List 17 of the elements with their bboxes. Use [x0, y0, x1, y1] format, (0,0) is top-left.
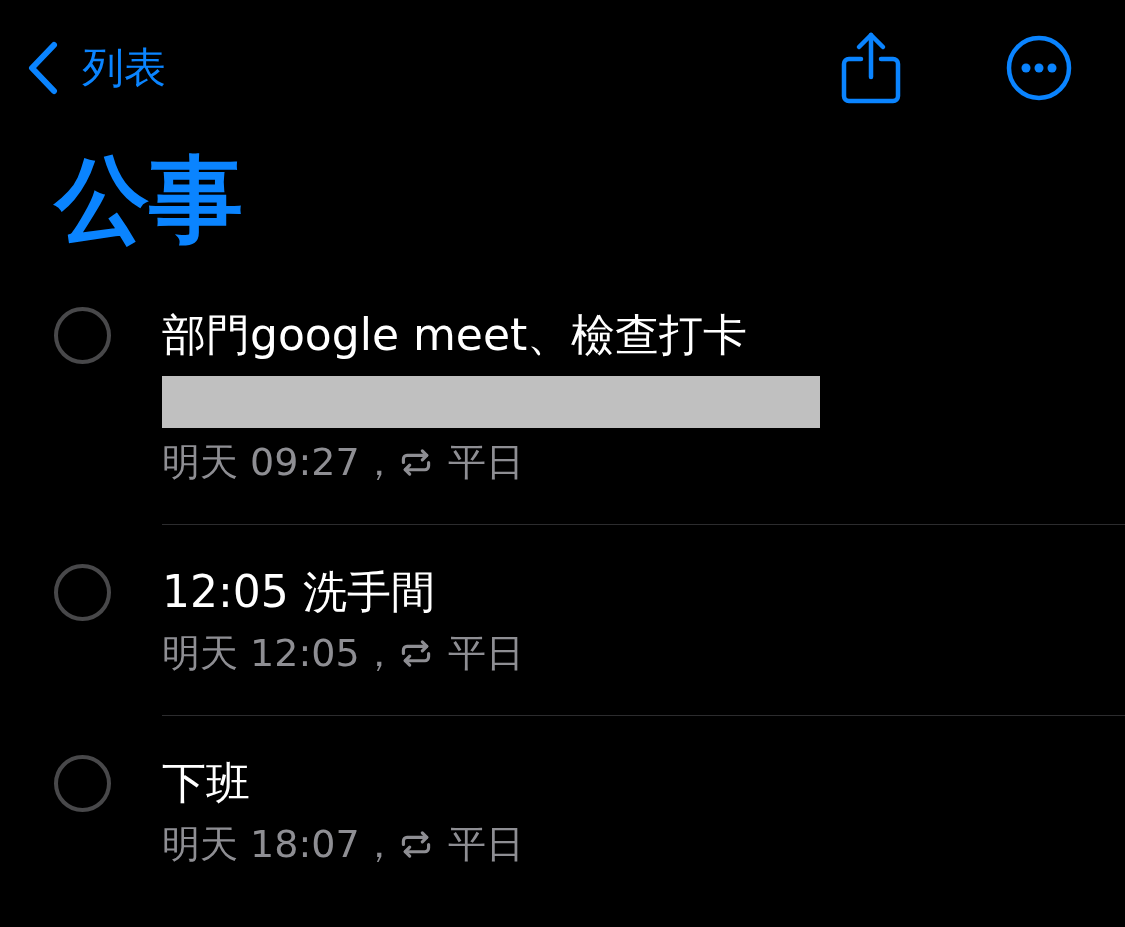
completion-circle[interactable] — [54, 307, 111, 364]
due-date: 明天 12:05， — [162, 630, 398, 677]
repeat-label: 平日 — [447, 821, 524, 868]
share-icon[interactable] — [841, 31, 901, 105]
repeat-label: 平日 — [447, 630, 524, 677]
due-date: 明天 18:07， — [162, 821, 398, 868]
chevron-left-icon — [26, 41, 60, 95]
repeat-label: 平日 — [447, 439, 524, 486]
reminder-title[interactable]: 部門google meet、檢查打卡 — [162, 306, 1125, 364]
back-button[interactable]: 列表 — [26, 40, 166, 96]
list-title: 公事 — [55, 144, 244, 256]
reminder-title[interactable]: 下班 — [162, 754, 1125, 812]
due-date: 明天 09:27， — [162, 439, 398, 486]
completion-circle[interactable] — [54, 755, 111, 812]
more-icon[interactable] — [1005, 34, 1073, 102]
reminder-title[interactable]: 12:05 洗手間 — [162, 563, 1125, 621]
completion-circle[interactable] — [54, 564, 111, 621]
